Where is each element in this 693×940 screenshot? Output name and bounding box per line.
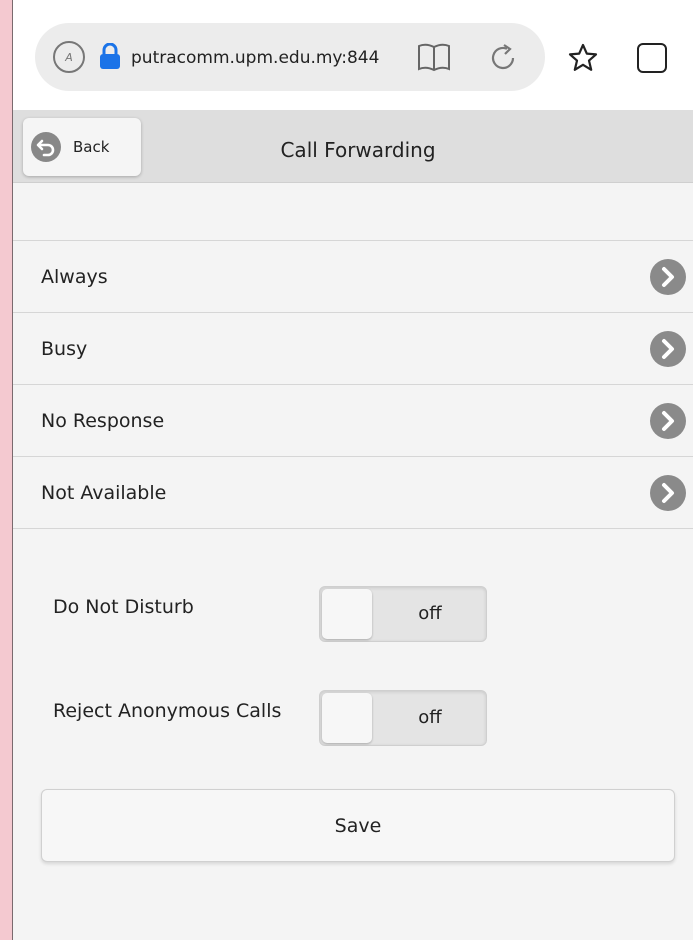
lock-icon — [100, 43, 120, 69]
reject-anonymous-toggle[interactable]: off — [319, 690, 487, 746]
list-item-not-available[interactable]: Not Available — [13, 457, 693, 529]
list-item-label: Not Available — [41, 481, 167, 504]
dnd-label: Do Not Disturb — [53, 596, 194, 618]
dnd-toggle[interactable]: off — [319, 586, 487, 642]
list-item-label: Always — [41, 265, 108, 288]
chevron-right-icon — [650, 403, 686, 439]
save-button[interactable]: Save — [41, 789, 675, 862]
toggle-knob[interactable] — [322, 693, 372, 743]
reject-anonymous-row: Reject Anonymous Calls off — [13, 690, 693, 748]
back-button[interactable]: Back — [23, 118, 141, 176]
list-item-busy[interactable]: Busy — [13, 313, 693, 385]
forwarding-list: Always Busy No Response Not Available — [13, 240, 693, 529]
toggle-state: off — [418, 707, 442, 728]
list-item-label: Busy — [41, 337, 88, 360]
toggle-knob[interactable] — [322, 589, 372, 639]
back-button-label: Back — [73, 138, 110, 156]
address-bar[interactable]: A putracomm.upm.edu.my:844 — [35, 23, 545, 91]
list-item-always[interactable]: Always — [13, 241, 693, 313]
chevron-right-icon — [650, 259, 686, 295]
list-item-no-response[interactable]: No Response — [13, 385, 693, 457]
bookmarks-icon[interactable] — [417, 42, 451, 72]
tabs-icon[interactable] — [637, 43, 667, 73]
reject-anonymous-label: Reject Anonymous Calls — [53, 700, 282, 722]
toggle-state: off — [418, 603, 442, 624]
dnd-row: Do Not Disturb off — [13, 586, 693, 644]
chevron-right-icon — [650, 475, 686, 511]
chevron-right-icon — [650, 331, 686, 367]
list-item-label: No Response — [41, 409, 165, 432]
reload-icon[interactable] — [487, 42, 519, 74]
back-arrow-icon — [31, 132, 61, 162]
browser-toolbar: A putracomm.upm.edu.my:844 — [13, 0, 693, 110]
page-header: Call Forwarding Back — [13, 110, 693, 183]
url-text[interactable]: putracomm.upm.edu.my:844 — [131, 45, 389, 71]
app-frame: A putracomm.upm.edu.my:844 Call Forwardi… — [12, 0, 693, 940]
reader-mode-icon[interactable]: A — [53, 41, 85, 73]
star-icon[interactable] — [567, 42, 599, 74]
